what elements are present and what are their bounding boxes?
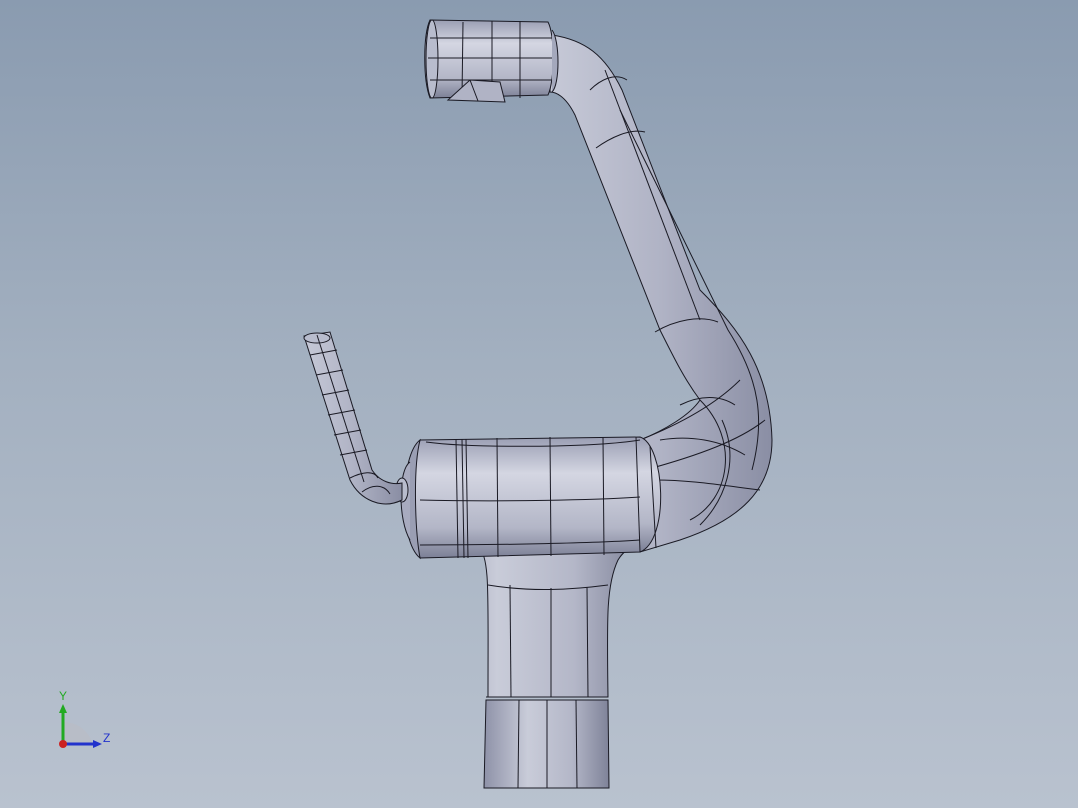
base-cylinder [483,696,610,789]
spout-head [424,19,559,103]
z-axis-label: Z [103,731,111,745]
triad-graphic [59,704,102,748]
y-axis-label: Y [59,689,68,703]
faucet-model[interactable] [0,0,1078,808]
axis-triad: Y Z [40,680,130,760]
handle-lever [303,331,403,505]
main-body [413,436,662,559]
graphics-viewport[interactable]: Y Z [0,0,1078,808]
